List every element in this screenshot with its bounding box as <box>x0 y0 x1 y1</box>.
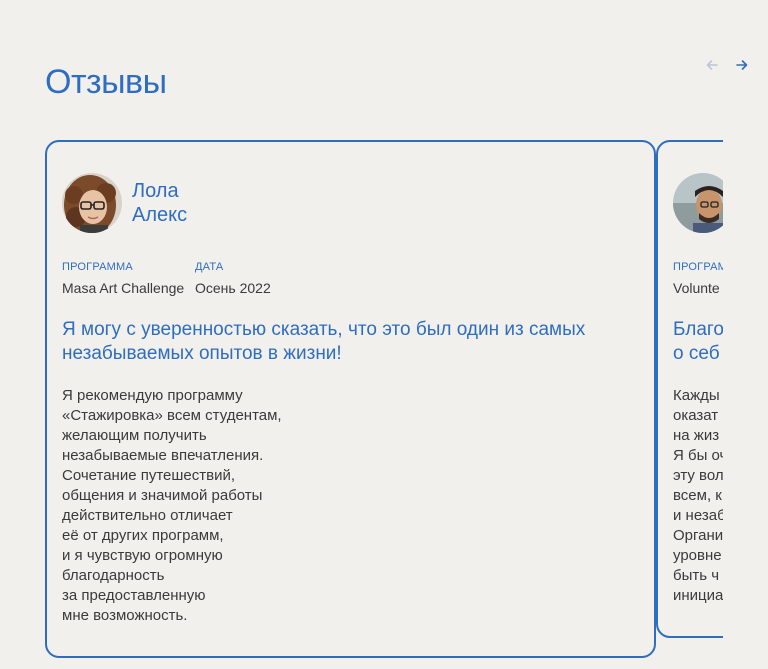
author-name: Лола Алекс <box>132 179 212 227</box>
program-label: ПРОГРАММА <box>62 261 133 273</box>
author-first-name: Лола <box>132 180 179 202</box>
avatar <box>673 173 723 233</box>
review-text: Я рекомендую программу «Стажировка» всем… <box>62 387 282 624</box>
program-value: Masa Art Challenge <box>62 280 185 296</box>
review-card: Лола Алекс ПРОГРАММА Masa Art Challenge … <box>45 140 656 658</box>
reviews-carousel[interactable]: Лола Алекс ПРОГРАММА Masa Art Challenge … <box>45 140 723 660</box>
review-author: Лола Алекс <box>62 172 654 234</box>
review-meta: ПРОГРАМ Volunte <box>673 260 723 297</box>
program-value: Volunte <box>673 280 720 296</box>
avatar <box>62 173 122 233</box>
review-meta: ПРОГРАММА Masa Art Challenge ДАТА Осень … <box>62 260 654 297</box>
date-label: ДАТА <box>195 261 224 273</box>
review-card: ПРОГРАМ Volunte Благо о себ Кажды оказат… <box>656 140 723 638</box>
date-info: ДАТА Осень 2022 <box>195 260 271 297</box>
review-author <box>673 172 723 234</box>
carousel-prev-button[interactable] <box>703 56 721 74</box>
page-title: Отзывы <box>45 63 167 101</box>
arrow-left-icon <box>706 60 718 70</box>
carousel-next-button[interactable] <box>733 56 751 74</box>
review-quote: Благо о себ <box>673 319 723 364</box>
date-value: Осень 2022 <box>195 280 271 296</box>
arrow-right-icon <box>736 60 748 70</box>
program-label: ПРОГРАМ <box>673 261 723 273</box>
program-info: ПРОГРАМ Volunte <box>673 260 723 297</box>
review-quote: Я могу с уверенностью сказать, что это б… <box>62 319 586 364</box>
author-last-name: Алекс <box>132 204 188 226</box>
program-info: ПРОГРАММА Masa Art Challenge <box>62 260 187 297</box>
review-text: Кажды оказат на жиз Я бы оч эту вол всем… <box>673 387 723 604</box>
